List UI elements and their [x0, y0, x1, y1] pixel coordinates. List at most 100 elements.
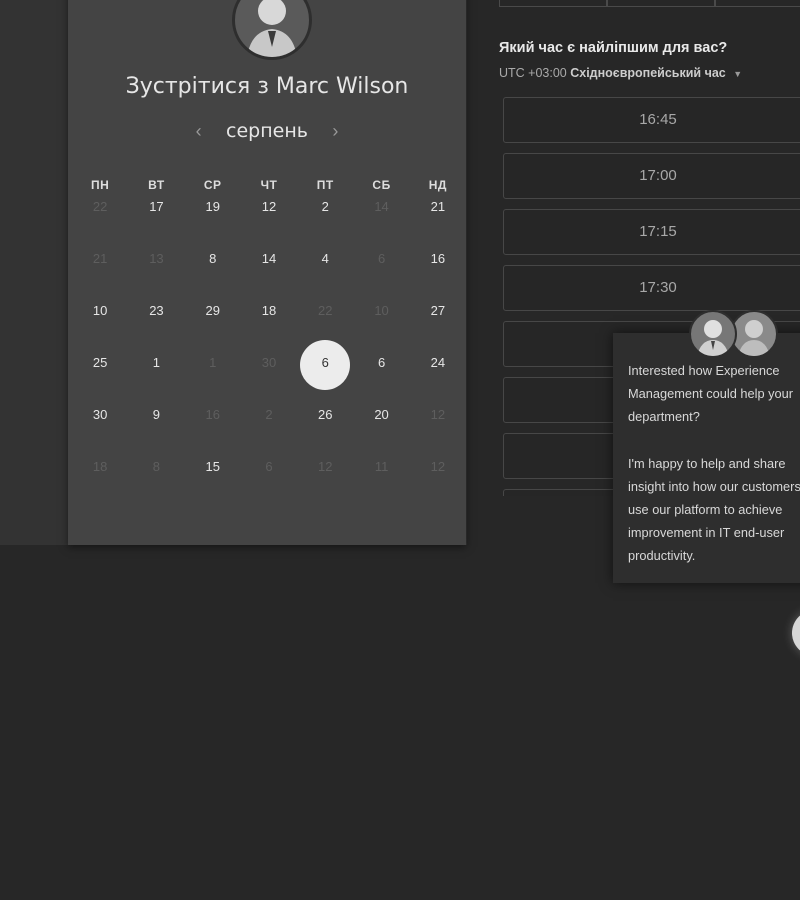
- calendar-day[interactable]: 12: [241, 196, 297, 248]
- tab[interactable]: [607, 0, 715, 7]
- calendar-day-number: 30: [261, 355, 277, 370]
- calendar-day: 6: [241, 456, 297, 508]
- calendar-day: 16: [185, 404, 241, 456]
- calendar-day: 6: [353, 248, 409, 300]
- calendar-day: 22: [72, 196, 128, 248]
- calendar-day[interactable]: 6: [353, 352, 409, 404]
- calendar-day-number: 6: [265, 459, 273, 474]
- chevron-left-icon[interactable]: ‹: [184, 121, 214, 142]
- calendar-day[interactable]: 15: [185, 456, 241, 508]
- calendar-day[interactable]: 1: [128, 352, 184, 404]
- calendar-day-number: 18: [92, 459, 108, 474]
- calendar-day-number: 6: [377, 251, 386, 266]
- calendar-day[interactable]: 26: [297, 404, 353, 456]
- chat-message-body: Interested how Experience Management cou…: [628, 359, 800, 567]
- calendar-day[interactable]: 2: [297, 196, 353, 248]
- calendar-day-selected[interactable]: 6: [297, 340, 353, 404]
- calendar-day-number: 12: [318, 459, 333, 474]
- chevron-right-icon[interactable]: ›: [320, 121, 350, 142]
- timezone-selector[interactable]: UTC +03:00 Східноєвропейський час ▼: [499, 66, 742, 80]
- calendar-day[interactable]: 19: [185, 196, 241, 248]
- calendar-day: 12: [410, 404, 466, 456]
- tab[interactable]: [715, 0, 800, 7]
- meeting-title: Зустрітися з Marc Wilson: [125, 74, 409, 99]
- calendar-day-number: 19: [205, 199, 220, 214]
- month-label: серпень: [226, 120, 308, 142]
- month-navigation: ‹ серпень ›: [68, 120, 466, 142]
- calendar-day: 1: [185, 352, 241, 404]
- calendar-day-number: 29: [205, 303, 220, 318]
- calendar-day-number: 26: [318, 407, 333, 422]
- calendar-day-number: 14: [374, 199, 389, 214]
- calendar-day[interactable]: 23: [128, 300, 184, 352]
- calendar-day: 10: [353, 300, 409, 352]
- time-slot-button[interactable]: 17:00: [503, 153, 800, 199]
- tab[interactable]: [499, 0, 607, 7]
- calendar-day[interactable]: 4: [297, 248, 353, 300]
- calendar-day-number: 18: [261, 303, 277, 318]
- calendar-day: 8: [128, 456, 184, 508]
- calendar-day: 12: [410, 456, 466, 508]
- weekday-label: НД: [428, 178, 447, 192]
- calendar-day[interactable]: 30: [72, 404, 128, 456]
- calendar-day[interactable]: 27: [410, 300, 466, 352]
- caret-down-icon: ▼: [733, 69, 743, 79]
- calendar-day-number: 20: [374, 407, 389, 422]
- chat-message: I'm happy to help and share insight into…: [628, 456, 800, 563]
- timezone-offset: UTC +03:00: [499, 66, 567, 80]
- calendar-day[interactable]: 9: [128, 404, 184, 456]
- calendar-day-number: 23: [149, 303, 164, 318]
- calendar-day[interactable]: 24: [410, 352, 466, 404]
- calendar-day: 21: [72, 248, 128, 300]
- time-slot-button[interactable]: 16:45: [503, 97, 800, 143]
- calendar-day-number: 17: [149, 199, 164, 214]
- chat-message: Interested how Experience Management cou…: [628, 363, 794, 424]
- calendar-day-number: 16: [430, 251, 446, 266]
- calendar-day-number: 10: [374, 303, 389, 318]
- calendar-day-number: 16: [205, 407, 220, 422]
- calendar-day: 30: [241, 352, 297, 404]
- calendar-day-number: 22: [318, 303, 333, 318]
- time-slot-button[interactable]: 17:30: [503, 265, 800, 311]
- calendar-day-number: 2: [265, 407, 273, 422]
- calendar-day: 11: [353, 456, 409, 508]
- weekday-label: ПТ: [316, 178, 334, 192]
- calendar-day-number: 1: [152, 355, 161, 370]
- calendar-day: 14: [353, 196, 409, 248]
- calendar-day-number: 12: [261, 199, 277, 214]
- calendar-day[interactable]: 8: [185, 248, 241, 300]
- weekday-label: СР: [203, 178, 222, 192]
- calendar-day-number: 1: [209, 355, 217, 370]
- calendar-day-number: 22: [92, 199, 108, 214]
- calendar-day-number: 21: [430, 199, 446, 214]
- weekday-label: ПН: [90, 178, 110, 192]
- calendar-day[interactable]: 10: [72, 300, 128, 352]
- calendar-day[interactable]: 21: [410, 196, 466, 248]
- calendar-day[interactable]: 20: [353, 404, 409, 456]
- weekday-header: ПН ВТ СР ЧТ ПТ СБ НД: [72, 178, 466, 192]
- agent-avatar: [689, 310, 737, 358]
- time-slot-button[interactable]: 17:15: [503, 209, 800, 255]
- timezone-name: Східноєвропейський час: [570, 66, 726, 80]
- calendar-day-number: 14: [261, 251, 277, 266]
- calendar-day-number: 2: [321, 199, 329, 214]
- tab-strip: [499, 0, 800, 7]
- calendar-day-number: 13: [149, 251, 164, 266]
- agent-avatar: [730, 310, 778, 358]
- calendar-day[interactable]: 29: [185, 300, 241, 352]
- calendar-day-number: 12: [430, 407, 446, 422]
- weekday-label: СБ: [372, 178, 391, 192]
- calendar-day[interactable]: 16: [410, 248, 466, 300]
- calendar-day-number: 30: [92, 407, 108, 422]
- calendar-day[interactable]: 14: [241, 248, 297, 300]
- chat-popup[interactable]: Interested how Experience Management cou…: [613, 333, 800, 583]
- calendar-day[interactable]: 25: [72, 352, 128, 404]
- calendar-day[interactable]: 18: [241, 300, 297, 352]
- calendar-day[interactable]: 17: [128, 196, 184, 248]
- chat-launcher-button[interactable]: [792, 610, 800, 656]
- calendar-day: 18: [72, 456, 128, 508]
- calendar-day-number: 11: [374, 459, 389, 474]
- calendar-day: 12: [297, 456, 353, 508]
- calendar-day-number: 24: [430, 355, 446, 370]
- calendar-day-number: 10: [92, 303, 108, 318]
